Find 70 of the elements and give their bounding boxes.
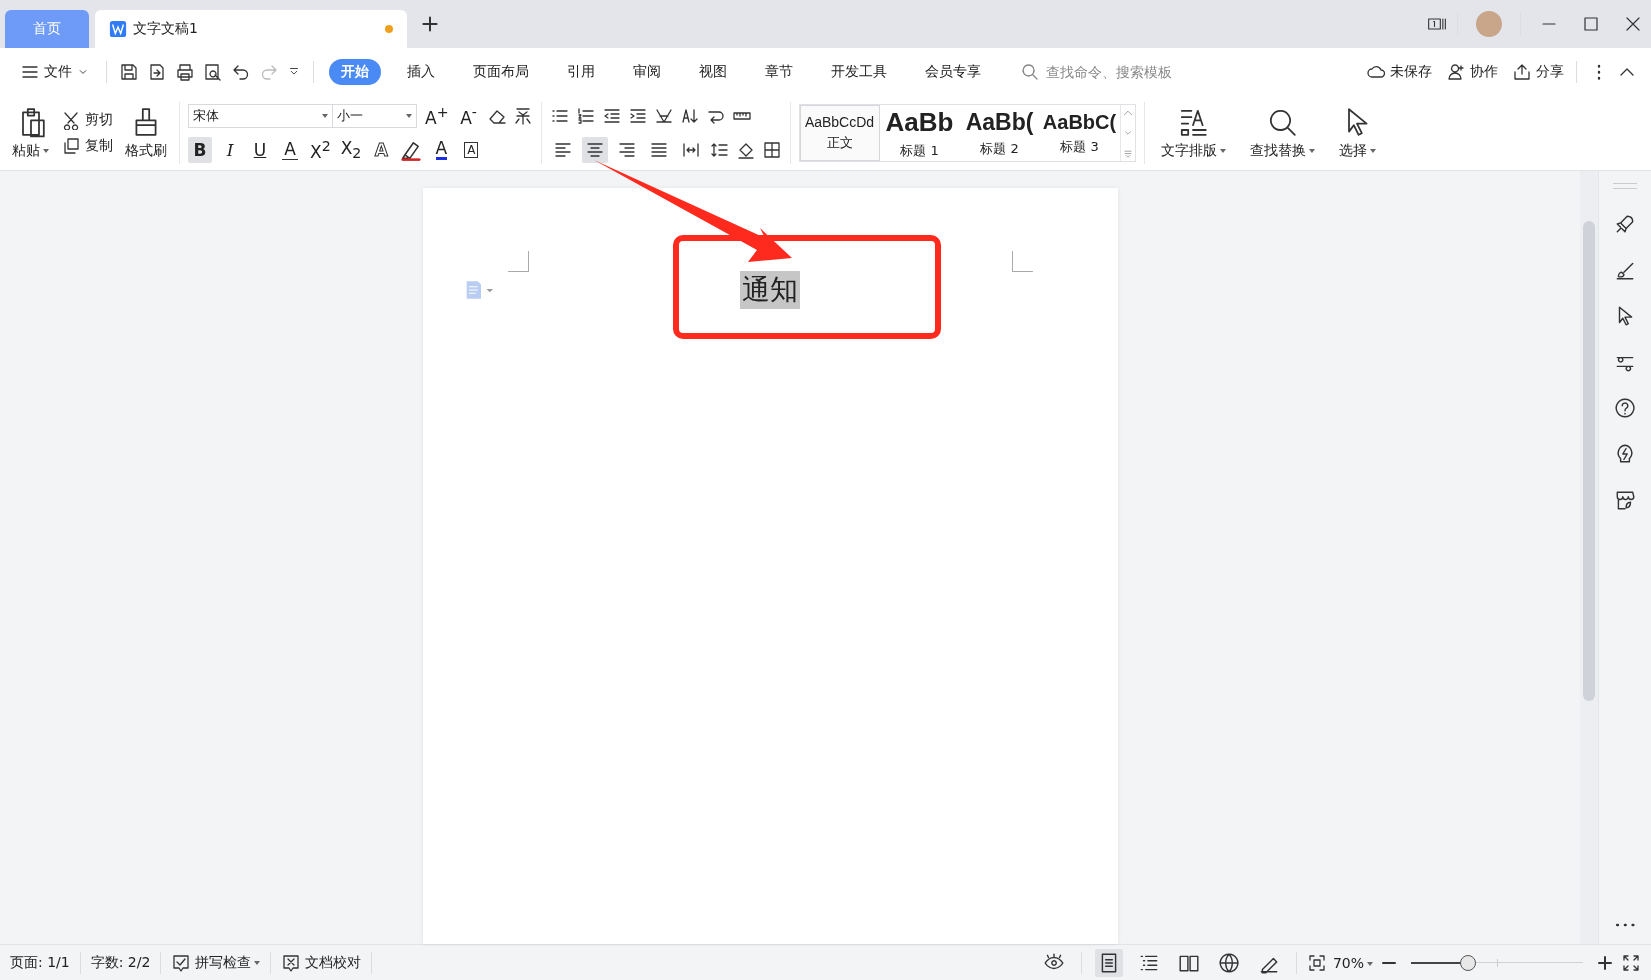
borders-icon[interactable] [761, 140, 782, 160]
add-user-icon [1446, 62, 1466, 82]
vertical-scrollbar[interactable] [1580, 171, 1598, 944]
share-icon [1512, 62, 1532, 82]
toolbar-action-button[interactable]: 未保存 [1366, 62, 1432, 82]
spell-check-button[interactable]: 拼写检查 [171, 952, 261, 973]
margin-corner-mark [1011, 251, 1033, 272]
font-size-step-button[interactable]: A$^{-}$ [456, 103, 481, 129]
command-search-field[interactable]: 查找命令、搜索模板 [1020, 62, 1218, 82]
format-painter-button[interactable]: 格式刷 [121, 104, 171, 162]
copy-button[interactable]: 复制 [61, 136, 113, 156]
fullscreen-icon[interactable] [1621, 952, 1641, 973]
fit-page-icon[interactable] [1306, 952, 1327, 973]
ribbon-tab[interactable]: 章节 [753, 59, 805, 85]
format-button[interactable]: B [188, 137, 212, 163]
cut-button[interactable]: 剪切 [61, 110, 113, 130]
print-preview-icon[interactable] [203, 62, 223, 82]
style-preset[interactable]: AaBbC( 标题 3 [1039, 105, 1120, 161]
lightbulb-icon[interactable] [1614, 443, 1636, 465]
file-menu[interactable]: 文件 [16, 62, 94, 82]
margin-corner-mark [507, 251, 529, 272]
format-button[interactable]: X$_{2}$ [338, 137, 364, 163]
numbered-list-icon[interactable] [575, 106, 596, 126]
ribbon-button[interactable]: 文字排版 [1156, 104, 1230, 162]
ribbon-tab[interactable]: 引用 [555, 59, 607, 85]
writer-logo-icon [109, 20, 127, 38]
align-center-icon[interactable] [581, 137, 608, 163]
ribbon-tab[interactable]: 会员专享 [913, 59, 993, 85]
format-button[interactable]: X$^{2}$ [308, 137, 333, 163]
ribbon-button[interactable]: 选择 [1334, 104, 1380, 162]
save-icon[interactable] [119, 62, 139, 82]
store-icon[interactable] [1614, 489, 1636, 511]
checkbox-icon [171, 952, 192, 973]
format-button[interactable]: A [429, 137, 454, 163]
document-title: 通知 [740, 271, 800, 309]
maximize-icon[interactable] [1581, 14, 1601, 34]
font-size-step-button[interactable]: A$^{+}$ [423, 103, 451, 129]
cross-box-icon [281, 952, 302, 973]
paste-button[interactable]: 粘贴 [8, 104, 53, 162]
format-button[interactable]: I [218, 137, 242, 163]
ribbon-button[interactable]: 查找替换 [1245, 104, 1319, 162]
format-button[interactable]: A [369, 137, 394, 163]
font-size-dropdown[interactable]: 小一 [332, 104, 417, 128]
document-tab[interactable]: 文字文稿1 [95, 10, 407, 48]
help-icon[interactable] [1614, 397, 1636, 419]
format-button[interactable]: A [459, 137, 484, 163]
page-count: 页面: 1/1 [10, 953, 70, 972]
toolbar-action-button[interactable]: 分享 [1512, 62, 1564, 82]
style-preset[interactable]: AaBb 标题 1 [879, 105, 960, 161]
print-icon[interactable] [175, 62, 195, 82]
ribbon-tab[interactable]: 页面布局 [461, 59, 541, 85]
export-icon[interactable] [147, 62, 167, 82]
ribbon-tab[interactable]: 审阅 [621, 59, 673, 85]
format-button[interactable]: A [278, 137, 302, 163]
zoom-dropdown[interactable]: 70% [1332, 954, 1373, 971]
copy-icon [61, 136, 81, 156]
style-preset[interactable]: AaBbCcDd 正文 [799, 105, 880, 161]
scissors-icon [61, 110, 81, 130]
format-button[interactable]: U [248, 137, 272, 163]
font-name-dropdown[interactable]: 宋体 [188, 104, 333, 128]
word-count[interactable]: 字数: 2/2 [90, 953, 151, 972]
page-view-icon[interactable] [1094, 948, 1123, 977]
proofread-button[interactable]: 文档校对 [281, 952, 362, 973]
toolbar-action-button[interactable]: 协作 [1446, 62, 1498, 82]
search-icon [1020, 62, 1040, 82]
style-preset[interactable]: AaBb( 标题 2 [959, 105, 1040, 161]
zoom-slider-thumb[interactable] [1459, 954, 1476, 971]
ribbon-tab[interactable]: 插入 [395, 59, 447, 85]
ribbon-tab[interactable]: 开发工具 [819, 59, 899, 85]
ribbon-tab[interactable]: 视图 [687, 59, 739, 85]
